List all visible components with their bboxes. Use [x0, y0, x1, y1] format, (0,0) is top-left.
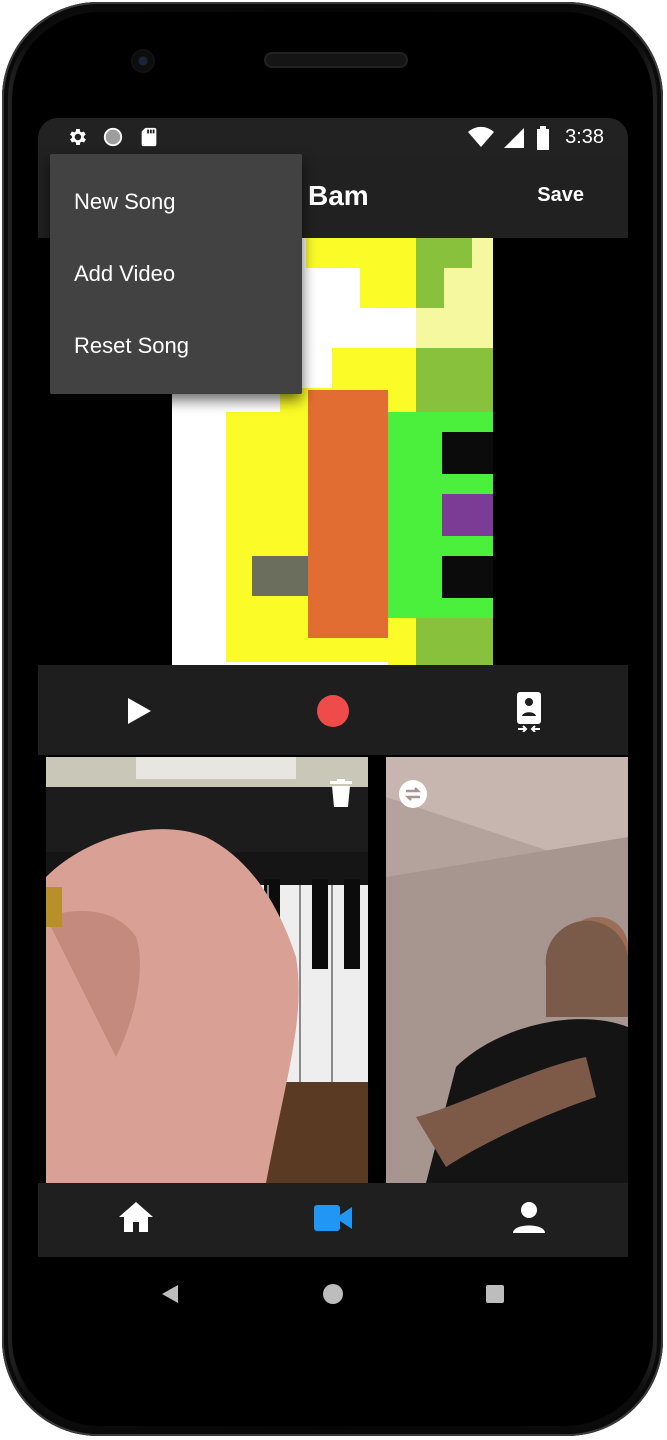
sd-card-icon [141, 127, 157, 147]
record-icon[interactable] [316, 694, 350, 728]
overflow-menu: New Song Add Video Reset Song [50, 154, 302, 394]
screen: 3:38 Bam Save New Song Add Video Reset S… [38, 118, 628, 1257]
earpiece-speaker [264, 52, 408, 68]
menu-item-add-video[interactable]: Add Video [50, 238, 302, 310]
switch-camera-icon[interactable] [514, 690, 544, 732]
save-button[interactable]: Save [537, 184, 584, 207]
system-nav-bar [0, 1257, 667, 1329]
trash-icon[interactable] [330, 779, 352, 807]
swap-icon[interactable] [398, 779, 428, 809]
bottom-nav [38, 1183, 628, 1257]
settings-gear-icon [70, 129, 86, 145]
wifi-icon [468, 126, 494, 147]
home-circle-icon[interactable] [322, 1283, 344, 1305]
sync-circle-icon [103, 127, 123, 147]
battery-icon [537, 126, 549, 150]
video-tile-piano[interactable] [46, 757, 368, 1183]
controls-bar [38, 665, 628, 755]
back-icon[interactable] [160, 1284, 180, 1304]
overview-icon[interactable] [485, 1284, 505, 1304]
status-bar: 3:38 [38, 118, 628, 156]
menu-item-reset-song[interactable]: Reset Song [50, 310, 302, 382]
person-icon[interactable] [512, 1201, 546, 1233]
cell-signal-icon [504, 128, 524, 148]
status-time: 3:38 [565, 126, 604, 148]
video-grid [38, 755, 628, 1183]
play-icon[interactable] [126, 697, 152, 725]
video-camera-icon[interactable] [314, 1205, 352, 1231]
home-icon[interactable] [118, 1201, 154, 1233]
trumpet-video [386, 757, 628, 1183]
piano-video [46, 757, 368, 1183]
video-tile-trumpet[interactable] [386, 757, 628, 1183]
menu-item-new-song[interactable]: New Song [50, 166, 302, 238]
song-title: Bam [308, 180, 369, 211]
front-camera [133, 51, 153, 71]
